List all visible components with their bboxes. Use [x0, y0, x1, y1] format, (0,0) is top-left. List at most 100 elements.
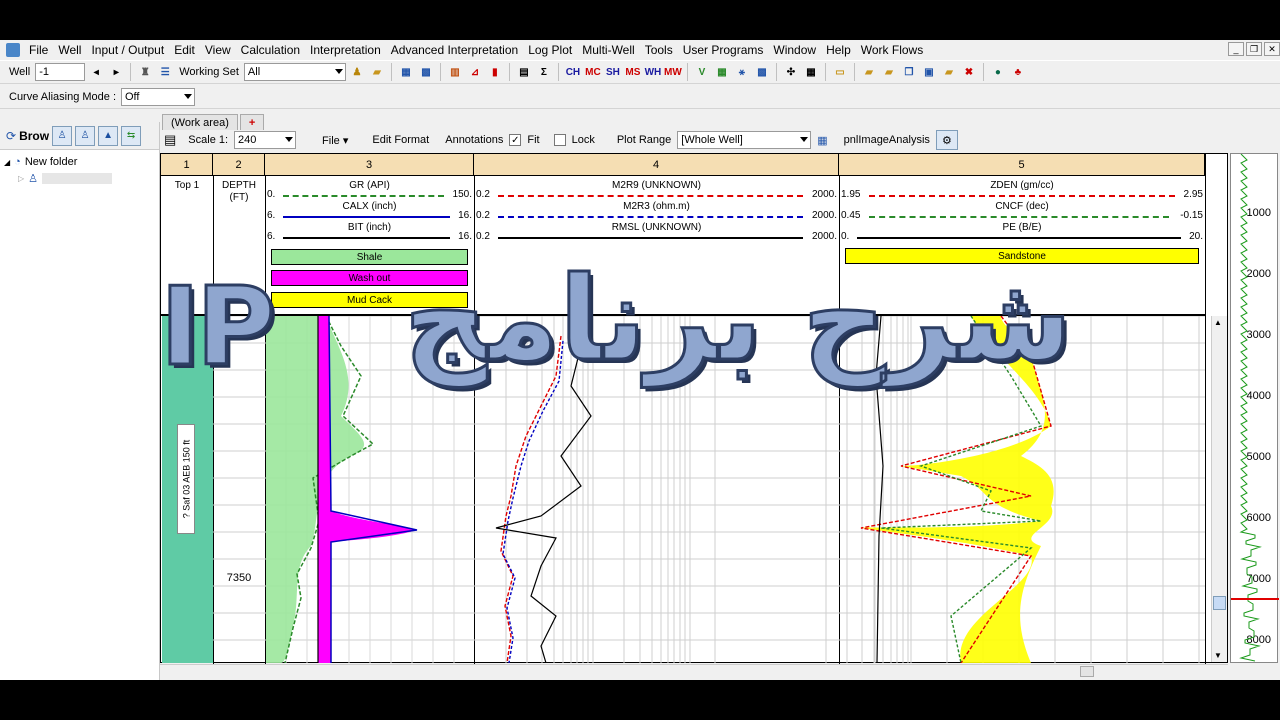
log-plot-icon[interactable]: ▮: [486, 63, 504, 81]
tree-icon[interactable]: ⚹: [733, 63, 751, 81]
menu-log-plot[interactable]: Log Plot: [523, 40, 577, 60]
histogram-icon[interactable]: ▥: [446, 63, 464, 81]
curve-header-row[interactable]: BIT (inch) 6. 16.: [265, 222, 474, 242]
grid-icon[interactable]: ▦: [817, 134, 827, 147]
grid-table-icon[interactable]: ▦: [397, 63, 415, 81]
vsh-icon[interactable]: V: [693, 63, 711, 81]
calculator-icon[interactable]: ▦: [802, 63, 820, 81]
log-plot[interactable]: 1 2 3 4 5 Top 1 DEPTH (FT) GR (API) 0. 150…: [160, 153, 1228, 664]
curve-header-row[interactable]: M2R3 (ohm.m) 0.2 2000.: [474, 201, 839, 221]
depth-overview[interactable]: 1000 2000 3000 4000 5000 6000 7000 8000: [1230, 153, 1279, 663]
ch-button[interactable]: CH: [564, 63, 582, 81]
mw-button[interactable]: MW: [664, 63, 682, 81]
app-icon[interactable]: [6, 43, 20, 57]
spreadsheet-icon[interactable]: ▤: [515, 63, 533, 81]
scroll-down-icon[interactable]: ▼: [1214, 651, 1222, 660]
matrix-icon[interactable]: ▩: [753, 63, 771, 81]
close-button[interactable]: ✕: [1264, 42, 1280, 56]
sh-button[interactable]: SH: [604, 63, 622, 81]
edit-folder-icon[interactable]: ▰: [940, 63, 958, 81]
menu-edit[interactable]: Edit: [169, 40, 200, 60]
menu-interpretation[interactable]: Interpretation: [305, 40, 386, 60]
menu-multi-well[interactable]: Multi-Well: [577, 40, 639, 60]
curve-header-row[interactable]: ZDEN (gm/cc) 1.95 2.95: [839, 180, 1205, 200]
collapse-icon[interactable]: ◢: [4, 158, 10, 167]
track-4-number[interactable]: 4: [474, 154, 839, 176]
scroll-up-icon[interactable]: ▲: [1214, 318, 1222, 327]
cross-arrows-icon[interactable]: ✣: [782, 63, 800, 81]
plot-range-dropdown[interactable]: [Whole Well]: [677, 131, 812, 149]
zone-icon[interactable]: ▦: [713, 63, 731, 81]
list-icon[interactable]: ☰: [156, 63, 174, 81]
working-set-dropdown[interactable]: All: [243, 63, 346, 81]
crossplot-icon[interactable]: ⊿: [466, 63, 484, 81]
image-analysis-icon[interactable]: ⚙: [935, 130, 958, 150]
scroll-thumb[interactable]: [1213, 596, 1226, 610]
menu-help[interactable]: Help: [821, 40, 856, 60]
scale-dropdown[interactable]: 240: [234, 131, 297, 149]
tree-item-well[interactable]: ▷ ♙: [18, 172, 159, 185]
print-icon[interactable]: ▤: [164, 132, 176, 148]
well-selector[interactable]: -1: [35, 63, 86, 81]
lock-checkbox[interactable]: [553, 134, 566, 146]
folder-open-icon[interactable]: ▰: [368, 63, 386, 81]
menu-advanced-interpretation[interactable]: Advanced Interpretation: [386, 40, 523, 60]
refresh-icon[interactable]: ⟳: [6, 129, 16, 143]
annotations-button[interactable]: Annotations: [445, 134, 503, 146]
curve-header-row[interactable]: PE (B/E) 0. 20.: [839, 222, 1205, 242]
globe-icon[interactable]: ●: [989, 63, 1007, 81]
user-icon[interactable]: ♟: [348, 63, 366, 81]
menu-well[interactable]: Well: [53, 40, 86, 60]
browser-sync-icon[interactable]: ⇆: [121, 125, 142, 146]
browser-plot-icon[interactable]: ▲: [98, 125, 119, 146]
edit-format-button[interactable]: Edit Format: [372, 134, 429, 146]
export-icon[interactable]: ▰: [880, 63, 898, 81]
wh-button[interactable]: WH: [644, 63, 662, 81]
restore-button[interactable]: ❐: [1246, 42, 1262, 56]
sum-icon[interactable]: Σ: [535, 63, 553, 81]
depth-unit: (FT): [229, 192, 249, 203]
curve-line-sample: [498, 237, 803, 239]
menu-calculation[interactable]: Calculation: [236, 40, 305, 60]
open-folder-icon[interactable]: ▭: [831, 63, 849, 81]
menu-input-output[interactable]: Input / Output: [86, 40, 169, 60]
delete-icon[interactable]: ✖: [960, 63, 978, 81]
horizontal-scrollbar[interactable]: [160, 664, 1228, 678]
curve-header-row[interactable]: CNCF (dec) 0.45 -0.15: [839, 201, 1205, 221]
track-3-number[interactable]: 3: [265, 154, 474, 176]
track-1-number[interactable]: 1: [161, 154, 213, 176]
save-icon[interactable]: ▣: [920, 63, 938, 81]
track-5-number[interactable]: 5: [839, 154, 1205, 176]
menu-user-programs[interactable]: User Programs: [678, 40, 769, 60]
menu-tools[interactable]: Tools: [640, 40, 678, 60]
curve-header-row[interactable]: CALX (inch) 6. 16.: [265, 201, 474, 221]
import-icon[interactable]: ▰: [860, 63, 878, 81]
menu-work-flows[interactable]: Work Flows: [856, 40, 928, 60]
pin-icon[interactable]: ♣: [1009, 63, 1027, 81]
file-menu-button[interactable]: File ▾: [322, 134, 348, 147]
menu-window[interactable]: Window: [768, 40, 821, 60]
expand-icon[interactable]: ▷: [18, 174, 24, 183]
browser-well-icon[interactable]: ♙: [52, 125, 73, 146]
curve-header-row[interactable]: M2R9 (UNKNOWN) 0.2 2000.: [474, 180, 839, 200]
menu-view[interactable]: View: [200, 40, 236, 60]
mc-button[interactable]: MC: [584, 63, 602, 81]
hscroll-thumb[interactable]: [1080, 666, 1094, 677]
menu-file[interactable]: File: [24, 40, 53, 60]
vertical-scrollbar[interactable]: ▲ ▼: [1211, 316, 1227, 662]
ms-button[interactable]: MS: [624, 63, 642, 81]
track-2-number[interactable]: 2: [213, 154, 265, 176]
minimize-button[interactable]: _: [1228, 42, 1244, 56]
tree-item-new-folder[interactable]: ◢ ◔ New folder: [4, 156, 159, 168]
curve-scale-max: 2000.: [811, 231, 837, 242]
grid-edit-icon[interactable]: ▩: [417, 63, 435, 81]
curve-header-row[interactable]: GR (API) 0. 150.: [265, 180, 474, 200]
next-well-icon[interactable]: ▸: [107, 63, 125, 81]
curve-header-row[interactable]: RMSL (UNKNOWN) 0.2 2000.: [474, 222, 839, 242]
browser-wells-icon[interactable]: ♙: [75, 125, 96, 146]
prev-well-icon[interactable]: ◂: [87, 63, 105, 81]
curve-aliasing-dropdown[interactable]: Off: [121, 87, 195, 106]
fit-checkbox[interactable]: ✓: [509, 134, 522, 146]
copy-icon[interactable]: ❐: [900, 63, 918, 81]
well-manager-icon[interactable]: ♜: [136, 63, 154, 81]
